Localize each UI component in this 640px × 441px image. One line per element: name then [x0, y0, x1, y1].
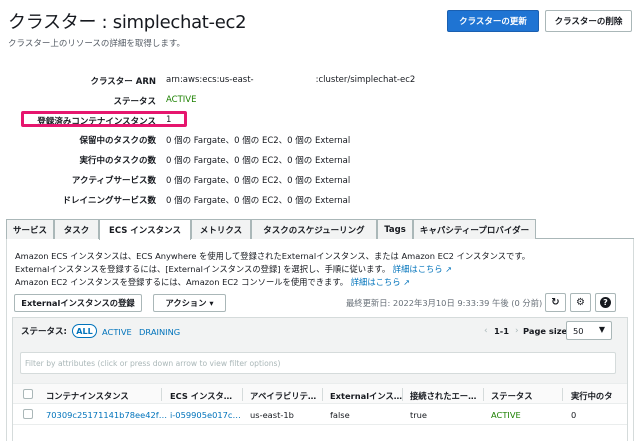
container-instance-link[interactable]: 70309c25171141b78ee42f…	[46, 410, 167, 420]
filter-draining[interactable]: DRAINING	[139, 327, 180, 337]
running-tasks-value: 0 個の Fargate、0 個の EC2、0 個の External	[166, 156, 351, 166]
external-link-icon: ↗	[445, 265, 452, 274]
pending-tasks-label: 保留中のタスクの数	[79, 136, 156, 146]
column-divider	[562, 388, 563, 401]
arn-label: クラスター ARN	[90, 77, 156, 87]
table-header: コンテナインスタンス ECS インスタ… アベイラビリテ… Externalイン…	[13, 383, 627, 404]
tab-ecs-instances[interactable]: ECS インスタンス	[99, 219, 191, 240]
register-external-instance-button[interactable]: Externalインスタンスの登録	[14, 294, 142, 312]
pager-next-button[interactable]: ›	[515, 326, 519, 336]
detail-row-arn: クラスター ARN arn:aws:ecs:us-east-:cluster/s…	[0, 75, 640, 89]
pending-tasks-value: 0 個の Fargate、0 個の EC2、0 個の External	[166, 136, 351, 146]
ec2-instance-link[interactable]: i-059905e017c…	[170, 410, 241, 420]
info-line-1: Amazon ECS インスタンスは、ECS Anywhere を使用して登録さ…	[15, 251, 531, 261]
page-header: クラスター : simplechat-ec2 クラスター上のリソースの詳細を取得…	[8, 6, 632, 49]
caret-down-icon: ▼	[598, 325, 605, 334]
status-value: ACTIVE	[166, 95, 197, 105]
agent-connected-cell: true	[410, 410, 428, 420]
page-size-label: Page size	[523, 326, 568, 336]
detail-row-draining-services: ドレイニングサービス数 0 個の Fargate、0 個の EC2、0 個の E…	[0, 194, 640, 208]
status-cell: ACTIVE	[491, 410, 521, 420]
highlight-box	[21, 111, 187, 127]
column-divider	[402, 388, 403, 401]
page-size-value: 50	[573, 326, 584, 336]
tab-capacity-providers[interactable]: キャパシティープロバイダー	[413, 219, 536, 239]
tab-bar: サービス タスク ECS インスタンス メトリクス タスクのスケジューリング T…	[6, 219, 634, 240]
pager-range: 1-1	[494, 326, 509, 336]
running-tasks-label: 実行中のタスクの数	[79, 156, 156, 166]
delete-cluster-button[interactable]: クラスターの削除	[545, 10, 632, 32]
page-size-select[interactable]: 50 ▼	[566, 321, 612, 340]
filter-all[interactable]: ALL	[72, 324, 97, 338]
external-instance-cell: false	[330, 410, 350, 420]
table-footer-row	[13, 424, 627, 441]
column-header[interactable]: アベイラビリテ…	[250, 390, 316, 402]
column-header[interactable]: ECS インスタ…	[170, 390, 232, 402]
column-divider	[483, 388, 484, 401]
detail-row-status: ステータス ACTIVE	[0, 95, 640, 109]
row-checkbox[interactable]	[23, 409, 33, 419]
active-services-label: アクティブサービス数	[71, 176, 156, 186]
page-title: クラスター : simplechat-ec2	[8, 12, 247, 33]
external-link-icon: ↗	[403, 278, 410, 287]
tab-metrics[interactable]: メトリクス	[191, 219, 251, 239]
tab-task-scheduling[interactable]: タスクのスケジューリング	[251, 219, 377, 239]
help-icon: ?	[600, 297, 611, 308]
filter-active[interactable]: ACTIVE	[102, 327, 132, 337]
tab-tags[interactable]: Tags	[377, 219, 413, 239]
tab-tasks[interactable]: タスク	[54, 219, 99, 239]
select-all-checkbox[interactable]	[23, 389, 33, 399]
refresh-button[interactable]: ↻	[545, 293, 566, 312]
last-updated-text: 最終更新日: 2022年3月10日 9:33:39 午後 (0 分前)	[346, 298, 543, 308]
learn-more-link-external[interactable]: 詳細はこちら	[393, 264, 443, 274]
draining-services-value: 0 個の Fargate、0 個の EC2、0 個の External	[166, 196, 351, 206]
status-label: ステータス	[113, 97, 156, 107]
column-header[interactable]: 接続されたエー…	[410, 390, 476, 402]
learn-more-link-ec2[interactable]: 詳細はこちら	[351, 277, 401, 287]
update-cluster-button[interactable]: クラスターの更新	[447, 10, 539, 32]
help-button[interactable]: ?	[595, 293, 616, 312]
detail-row-running: 実行中のタスクの数 0 個の Fargate、0 個の EC2、0 個の Ext…	[0, 154, 640, 168]
filter-search-input[interactable]: Filter by attributes (click or press dow…	[20, 352, 616, 374]
refresh-icon: ↻	[551, 297, 560, 308]
detail-row-pending: 保留中のタスクの数 0 個の Fargate、0 個の EC2、0 個の Ext…	[0, 134, 640, 148]
filter-placeholder: Filter by attributes (click or press dow…	[25, 359, 281, 368]
column-header[interactable]: Externalインス…	[330, 390, 402, 402]
status-filter-label: ステータス:	[21, 327, 67, 337]
info-line-2: Externalインスタンスを登録するには、[Externalインスタンスの登録…	[15, 264, 452, 274]
column-header[interactable]: ステータス	[491, 390, 533, 402]
detail-row-active-services: アクティブサービス数 0 個の Fargate、0 個の EC2、0 個の Ex…	[0, 174, 640, 188]
settings-button[interactable]: ⚙	[570, 293, 591, 312]
active-services-value: 0 個の Fargate、0 個の EC2、0 個の External	[166, 176, 351, 186]
column-divider	[161, 388, 162, 401]
arn-value: arn:aws:ecs:us-east-:cluster/simplechat-…	[166, 75, 416, 85]
gear-icon: ⚙	[576, 297, 585, 308]
running-tasks-cell: 0	[571, 410, 577, 420]
availability-zone-cell: us-east-1b	[250, 410, 294, 420]
column-header[interactable]: 実行中のタ	[571, 390, 613, 402]
page-subtitle: クラスター上のリソースの詳細を取得します。	[8, 39, 186, 49]
draining-services-label: ドレイニングサービス数	[62, 196, 156, 206]
tab-services[interactable]: サービス	[6, 219, 54, 239]
actions-dropdown[interactable]: アクション ▾	[153, 294, 226, 312]
pager-prev-button[interactable]: ‹	[484, 326, 488, 336]
column-divider	[322, 388, 323, 401]
column-divider	[242, 388, 243, 401]
info-line-3: Amazon EC2 インスタンスを登録するには、Amazon EC2 コンソー…	[15, 277, 410, 287]
column-header[interactable]: コンテナインスタンス	[46, 390, 129, 402]
table-row[interactable]: 70309c25171141b78ee42f… i-059905e017c… u…	[13, 404, 627, 424]
